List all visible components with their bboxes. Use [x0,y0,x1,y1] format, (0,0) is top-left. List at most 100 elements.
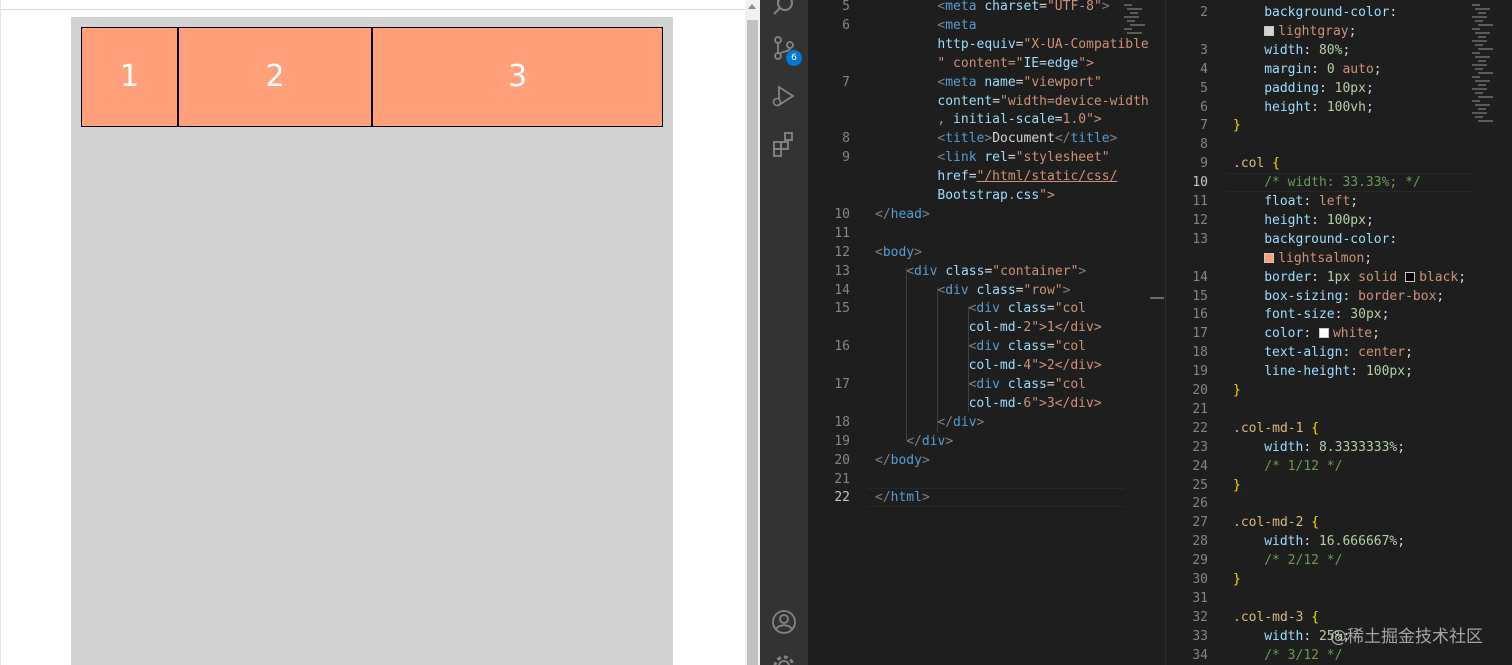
code-text[interactable]: } [1233,116,1241,135]
css-editor[interactable]: 2 background-color: lightgray; 3 width: 80%;… [1165,0,1512,665]
settings-gear-icon[interactable] [770,652,798,665]
code-text[interactable]: background-color: [1264,3,1397,22]
code-text[interactable]: <div class="col [969,299,1086,318]
code-text[interactable]: <div class="col [969,337,1086,356]
css-editor-code-line[interactable]: 29 /* 2/12 */ [1166,551,1512,570]
css-editor-code-line[interactable]: 21 [1166,400,1512,419]
html-editor-code-line[interactable]: 12 <body> [808,243,1164,262]
code-text[interactable]: </div> [937,413,984,432]
code-text[interactable]: <meta name="viewport" [937,73,1101,92]
html-editor-code-line[interactable]: 18 </div> [808,413,1164,432]
html-editor-code-line[interactable]: 8 <title>Document</title> [808,129,1164,148]
code-text[interactable]: <body> [875,243,922,262]
code-text[interactable]: </body> [875,451,930,470]
account-icon[interactable] [770,608,798,636]
html-editor-code-line[interactable]: content="width=device-width [808,92,1164,111]
css-editor-code-line[interactable]: 18 text-align: center; [1166,343,1512,362]
html-editor-code-line[interactable]: " content="IE=edge"> [808,54,1164,73]
search-icon[interactable] [770,0,798,20]
scrollbar-thumb[interactable] [747,20,758,665]
code-text[interactable]: margin: 0 auto; [1264,60,1381,79]
code-text[interactable]: background-color: [1264,230,1397,249]
html-editor-code-line[interactable]: 22 </html> [808,488,1164,508]
code-text[interactable]: text-align: center; [1264,343,1413,362]
code-text[interactable]: padding: 10px; [1264,79,1374,98]
css-editor-code-line[interactable]: 11 float: left; [1166,192,1512,211]
code-text[interactable]: Bootstrap.css"> [937,186,1054,205]
color-swatch-lightsalmon[interactable] [1264,252,1275,263]
html-editor[interactable]: 5 <meta charset="UTF-8"> 6 <meta http-equiv=… [808,0,1164,665]
code-text[interactable]: float: left; [1264,192,1358,211]
code-text[interactable]: , initial-scale=1.0"> [937,110,1101,129]
css-editor-code-line[interactable]: 6 height: 100vh; [1166,98,1512,117]
run-debug-icon[interactable] [770,82,798,110]
code-text[interactable]: href="/html/static/css/ [937,167,1117,186]
code-text[interactable]: http-equiv="X-UA-Compatible [937,35,1148,54]
code-text[interactable]: <link rel="stylesheet" [937,148,1109,167]
code-text[interactable]: " content="IE=edge"> [937,54,1094,73]
code-text[interactable]: color: white; [1264,324,1380,343]
css-editor-code-line[interactable]: 27 .col-md-2 { [1166,513,1512,532]
css-editor-code-line[interactable]: 34 /* 3/12 */ [1166,646,1512,665]
html-editor-code-line[interactable]: col-md-6">3</div> [808,394,1164,413]
css-editor-code-line[interactable]: 22 .col-md-1 { [1166,419,1512,438]
color-swatch-black[interactable] [1405,271,1416,282]
code-text[interactable]: col-md-2">1</div> [969,318,1102,337]
css-editor-code-line[interactable]: 7} [1166,116,1512,135]
code-text[interactable]: <div class="container"> [906,262,1086,281]
html-editor-code-line[interactable]: col-md-2">1</div> [808,318,1164,337]
code-text[interactable]: /* 1/12 */ [1264,457,1342,476]
page-scrollbar[interactable] [745,0,760,665]
code-text[interactable]: } [1233,381,1241,400]
css-editor-code-line[interactable]: 13 background-color: [1166,230,1512,249]
css-editor-code-line[interactable]: 3 width: 80%; [1166,41,1512,60]
code-text[interactable]: .col-md-3 { [1233,608,1319,627]
code-text[interactable]: </div> [906,432,953,451]
scroll-up-arrow-icon[interactable] [748,4,756,9]
html-editor-code-line[interactable]: 7 <meta name="viewport" [808,73,1164,92]
code-text[interactable]: height: 100vh; [1264,98,1374,117]
css-editor-code-line[interactable]: 19 line-height: 100px; [1166,362,1512,381]
css-editor-code-line[interactable]: 30} [1166,570,1512,589]
html-editor-code-line[interactable]: 20 </body> [808,451,1164,470]
css-editor-code-line[interactable]: 4 margin: 0 auto; [1166,60,1512,79]
html-editor-code-line[interactable]: 14 <div class="row"> [808,281,1164,300]
html-editor-code-line[interactable]: 21 [808,470,1164,489]
html-editor-code-line[interactable]: 11 [808,224,1164,243]
code-text[interactable]: .col-md-2 { [1233,513,1319,532]
code-text[interactable]: box-sizing: border-box; [1264,287,1444,306]
html-editor-code-line[interactable]: 17 <div class="col [808,375,1164,394]
code-text[interactable]: font-size: 30px; [1264,305,1389,324]
code-text[interactable]: lightsalmon; [1264,249,1372,268]
html-minimap[interactable] [1124,0,1154,140]
css-editor-code-line[interactable]: 14 border: 1px solid black; [1166,268,1512,287]
code-text[interactable]: col-md-4">2</div> [969,356,1102,375]
code-text[interactable]: col-md-6">3</div> [969,394,1102,413]
css-editor-code-line[interactable]: 31 [1166,589,1512,608]
code-text[interactable]: .col-md-1 { [1233,419,1319,438]
css-editor-code-line[interactable]: 16 font-size: 30px; [1166,305,1512,324]
css-editor-code-line[interactable]: 24 /* 1/12 */ [1166,457,1512,476]
css-editor-code-line[interactable]: 17 color: white; [1166,324,1512,343]
code-text[interactable]: <meta [937,16,976,35]
extensions-icon[interactable] [770,130,798,158]
code-text[interactable]: /* 3/12 */ [1264,646,1342,665]
html-editor-code-line[interactable]: 15 <div class="col [808,299,1164,318]
css-editor-code-line[interactable]: 5 padding: 10px; [1166,79,1512,98]
css-editor-code-line[interactable]: 10 /* width: 33.33%; */ [1166,173,1512,193]
html-editor-code-line[interactable]: 19 </div> [808,432,1164,451]
css-editor-code-line[interactable]: 2 background-color: [1166,3,1512,22]
css-editor-code-line[interactable]: lightsalmon; [1166,249,1512,268]
css-editor-code-line[interactable]: 9 .col { [1166,154,1512,173]
code-text[interactable]: } [1233,476,1241,495]
html-editor-code-line[interactable]: 5 <meta charset="UTF-8"> [808,0,1164,16]
code-text[interactable]: </head> [875,205,930,224]
code-text[interactable]: <div class="row"> [937,281,1070,300]
code-text[interactable]: content="width=device-width [937,92,1148,111]
html-editor-code-line[interactable]: http-equiv="X-UA-Compatible [808,35,1164,54]
css-editor-code-line[interactable]: 23 width: 8.3333333%; [1166,438,1512,457]
html-editor-code-line[interactable]: 9 <link rel="stylesheet" [808,148,1164,167]
css-editor-code-line[interactable]: 26 [1166,494,1512,513]
source-control-icon[interactable]: 6 [770,34,802,66]
css-editor-code-line[interactable]: 8 [1166,135,1512,154]
